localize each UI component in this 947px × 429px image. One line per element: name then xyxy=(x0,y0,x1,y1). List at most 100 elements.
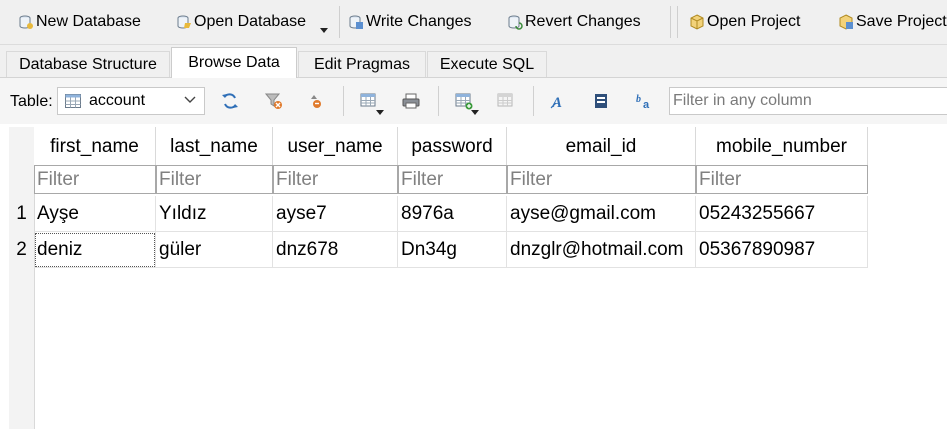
new-database-icon xyxy=(19,15,33,29)
table-icon xyxy=(65,94,81,108)
refresh-icon xyxy=(222,93,238,109)
main-toolbar: New Database Open Database Write Changes… xyxy=(0,0,947,45)
toolbar-separator xyxy=(339,6,340,38)
table-cell[interactable]: Yıldız xyxy=(156,196,273,232)
table-label: Table: xyxy=(10,93,53,110)
table-cell[interactable]: deniz xyxy=(34,232,156,268)
table-cell[interactable]: 8976a xyxy=(398,196,507,232)
text-format-button[interactable]: b a xyxy=(634,91,654,111)
filter-email-id[interactable] xyxy=(507,165,696,194)
find-replace-icon xyxy=(595,94,607,108)
filter-user-name[interactable] xyxy=(273,165,398,194)
table-cell[interactable]: ayse7 xyxy=(273,196,398,232)
print-button[interactable] xyxy=(401,91,421,111)
column-header-label: user_name xyxy=(287,136,383,157)
column-header-label: first_name xyxy=(50,136,139,157)
find-button[interactable]: A xyxy=(549,91,569,111)
filter-password[interactable] xyxy=(398,165,507,194)
sort-button[interactable] xyxy=(307,91,327,111)
new-database-label: New Database xyxy=(36,13,141,30)
table-cell[interactable]: dnzglr@hotmail.com xyxy=(507,232,696,268)
cell-value: 05367890987 xyxy=(699,238,816,260)
column-header-last-name[interactable]: last_name xyxy=(156,127,273,168)
save-project-label: Save Project xyxy=(856,13,947,30)
svg-text:b: b xyxy=(636,94,641,105)
open-project-button[interactable]: Open Project xyxy=(689,8,800,36)
column-header-label: last_name xyxy=(170,136,258,157)
cell-value: güler xyxy=(159,238,202,260)
browse-toolbar: Table: account A b a Filter in any colum… xyxy=(0,78,947,125)
open-project-icon xyxy=(690,14,704,30)
filter-any-column-input[interactable] xyxy=(669,87,947,115)
tab-label: Edit Pragmas xyxy=(313,55,411,73)
open-project-label: Open Project xyxy=(707,13,801,30)
cell-value: deniz xyxy=(37,238,83,260)
row-number-label: 1 xyxy=(16,203,27,224)
save-table-button[interactable] xyxy=(359,91,379,111)
tab-database-structure[interactable]: Database Structure xyxy=(6,51,170,77)
column-header-user-name[interactable]: user_name xyxy=(273,127,398,168)
tab-browse-data[interactable]: Browse Data xyxy=(171,47,297,78)
save-table-dropdown-arrow[interactable] xyxy=(376,110,384,115)
data-grid: first_name last_name user_name password … xyxy=(0,124,947,429)
refresh-button[interactable] xyxy=(220,91,240,111)
open-database-icon xyxy=(177,15,191,29)
row-number-label: 2 xyxy=(16,239,27,260)
row-number[interactable]: 1 xyxy=(9,196,34,232)
table-select-value: account xyxy=(89,92,146,109)
filter-first-name[interactable] xyxy=(34,165,156,194)
insert-record-dropdown-arrow[interactable] xyxy=(471,110,479,115)
delete-record-button[interactable] xyxy=(496,91,516,111)
column-header-mobile-number[interactable]: mobile_number xyxy=(696,127,868,168)
cell-value: 05243255667 xyxy=(699,202,816,224)
cell-value: Dn34g xyxy=(401,238,457,260)
filter-last-name[interactable] xyxy=(156,165,273,194)
cell-value: dnz678 xyxy=(276,238,339,260)
table-select[interactable]: account xyxy=(57,87,205,115)
tab-execute-sql[interactable]: Execute SQL xyxy=(427,51,547,77)
column-header-label: password xyxy=(411,136,493,157)
cell-value: ayse7 xyxy=(276,202,327,224)
save-project-button[interactable]: Save Project xyxy=(838,8,947,36)
cell-value: Ayşe xyxy=(37,202,79,224)
table-cell[interactable]: Ayşe xyxy=(34,196,156,232)
table-cell[interactable]: ayse@gmail.com xyxy=(507,196,696,232)
sort-icon xyxy=(311,95,321,108)
cell-value: ayse@gmail.com xyxy=(510,202,656,224)
tab-label: Database Structure xyxy=(19,55,157,73)
table-cell[interactable]: Dn34g xyxy=(398,232,507,268)
clear-filters-button[interactable] xyxy=(264,91,284,111)
table-cell[interactable]: 05367890987 xyxy=(696,232,868,268)
table-cell[interactable]: güler xyxy=(156,232,273,268)
column-header-first-name[interactable]: first_name xyxy=(34,127,156,168)
toolbar-separator xyxy=(677,6,678,38)
find-replace-button[interactable] xyxy=(591,91,611,111)
write-changes-icon xyxy=(349,15,363,29)
write-changes-button[interactable]: Write Changes xyxy=(348,8,472,36)
revert-changes-button[interactable]: Revert Changes xyxy=(507,8,641,36)
row-number[interactable]: 2 xyxy=(9,232,34,268)
column-header-password[interactable]: password xyxy=(398,127,507,168)
clear-filters-icon xyxy=(265,93,282,109)
revert-changes-label: Revert Changes xyxy=(525,13,641,30)
column-header-label: email_id xyxy=(565,136,637,157)
row-number-column xyxy=(9,127,35,429)
column-header-label: mobile_number xyxy=(716,136,847,157)
toolbar-separator xyxy=(670,6,671,38)
toolbar-separator xyxy=(533,86,534,116)
find-icon: A xyxy=(550,95,562,110)
column-header-email-id[interactable]: email_id xyxy=(507,127,696,168)
revert-changes-icon xyxy=(508,15,523,30)
table-cell[interactable]: 05243255667 xyxy=(696,196,868,232)
cell-value: dnzglr@hotmail.com xyxy=(510,238,684,260)
cell-value: 8976a xyxy=(401,202,454,224)
tab-edit-pragmas[interactable]: Edit Pragmas xyxy=(298,51,426,77)
save-table-icon xyxy=(360,93,376,107)
open-database-dropdown-arrow[interactable] xyxy=(320,28,328,33)
filter-mobile-number[interactable] xyxy=(696,165,868,194)
new-database-button[interactable]: New Database xyxy=(18,8,141,36)
open-database-button[interactable]: Open Database xyxy=(176,8,306,36)
table-cell[interactable]: dnz678 xyxy=(273,232,398,268)
insert-record-button[interactable] xyxy=(454,91,474,111)
chevron-down-icon xyxy=(184,96,196,103)
